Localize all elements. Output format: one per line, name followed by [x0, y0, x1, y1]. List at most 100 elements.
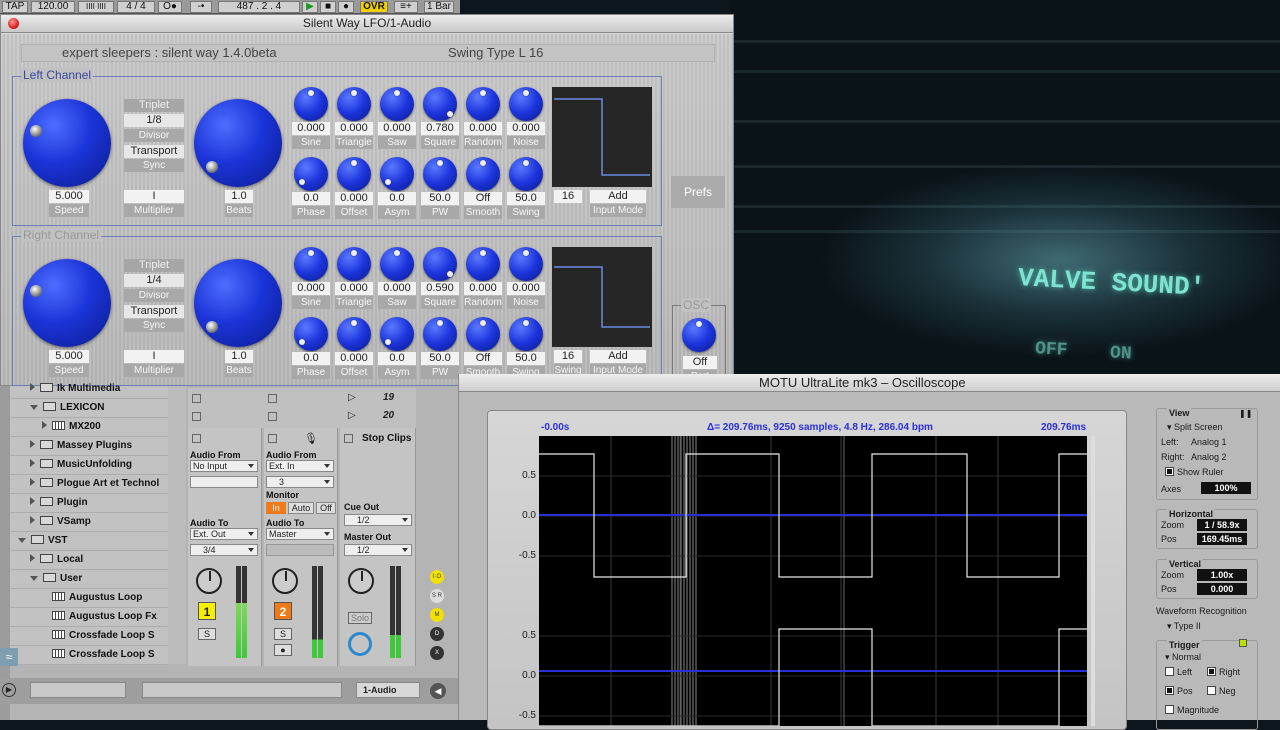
quantize-field[interactable]: 1 Bar: [424, 1, 454, 13]
square-value[interactable]: 0.590: [421, 282, 459, 295]
transport-button[interactable]: Transport: [124, 145, 184, 158]
selected-track-label[interactable]: 1-Audio: [356, 682, 420, 698]
browser-item[interactable]: MX200: [10, 418, 168, 437]
play-triangle-icon[interactable]: ▶: [2, 683, 16, 697]
speed-value[interactable]: 5.000: [49, 350, 89, 363]
cue-volume-knob[interactable]: [348, 632, 372, 656]
scene-20[interactable]: 20: [383, 410, 394, 421]
master-out-select[interactable]: 1/2: [344, 544, 412, 556]
scene-launch-icon[interactable]: ▷: [348, 410, 356, 421]
disclosure-closed-icon[interactable]: [30, 383, 35, 391]
saw-value[interactable]: 0.000: [378, 122, 416, 135]
browser-item[interactable]: VSamp: [10, 513, 168, 532]
draw-mode-button[interactable]: ≡+: [394, 1, 418, 13]
clip-stop-icon[interactable]: [268, 412, 277, 421]
phase-knob[interactable]: [294, 317, 328, 351]
track-activator-button[interactable]: 1: [198, 602, 216, 620]
swing-value[interactable]: 50.0: [507, 192, 545, 205]
disclosure-open-icon[interactable]: [18, 538, 26, 543]
random-knob[interactable]: [466, 247, 500, 281]
swing-knob[interactable]: [509, 317, 543, 351]
divisor-value[interactable]: 1/8: [124, 114, 184, 127]
disclosure-closed-icon[interactable]: [30, 554, 35, 562]
square-knob[interactable]: [423, 87, 457, 121]
pan-knob[interactable]: [272, 568, 298, 594]
right-source-value[interactable]: Analog 2: [1191, 452, 1227, 462]
prefs-button[interactable]: Prefs: [671, 176, 725, 208]
close-icon[interactable]: [8, 18, 19, 29]
swing-value[interactable]: 50.0: [507, 352, 545, 365]
pan-knob[interactable]: [348, 568, 374, 594]
axes-value[interactable]: 100%: [1201, 482, 1251, 494]
scope-scrollbar[interactable]: [1091, 436, 1095, 726]
smooth-value[interactable]: Off: [464, 192, 502, 205]
offset-value[interactable]: 0.000: [335, 192, 373, 205]
input-type-select[interactable]: Ext. In: [266, 460, 334, 472]
input-channel-select[interactable]: 3: [266, 476, 334, 488]
saw-knob[interactable]: [380, 87, 414, 121]
triangle-value[interactable]: 0.000: [335, 122, 373, 135]
triangle-knob[interactable]: [337, 247, 371, 281]
io-toggle-button[interactable]: I·O: [430, 570, 444, 584]
square-knob[interactable]: [423, 247, 457, 281]
speed-knob[interactable]: [23, 99, 111, 187]
io-toggle-button[interactable]: S R: [430, 589, 444, 603]
scene-launch-icon[interactable]: ▷: [348, 392, 356, 403]
output-type-select[interactable]: Ext. Out: [190, 528, 258, 540]
beats-value[interactable]: 1.0: [225, 190, 253, 203]
noise-knob[interactable]: [509, 247, 543, 281]
disclosure-closed-icon[interactable]: [30, 497, 35, 505]
stop-clips-button[interactable]: Stop Clips: [362, 433, 411, 444]
browser-item[interactable]: LEXICON: [10, 399, 168, 418]
solo-button[interactable]: S: [198, 628, 216, 640]
phase-knob[interactable]: [294, 157, 328, 191]
io-toggle-button[interactable]: X: [430, 646, 444, 660]
multiplier-value[interactable]: I: [124, 350, 184, 363]
output-channel-select[interactable]: 3/4: [190, 544, 258, 556]
metronome-button[interactable]: O●: [158, 1, 182, 13]
smooth-value[interactable]: Off: [464, 352, 502, 365]
pw-knob[interactable]: [423, 317, 457, 351]
transport-button[interactable]: Transport: [124, 305, 184, 318]
browser-item[interactable]: Crossfade Loop S: [10, 646, 168, 665]
v-zoom-value[interactable]: 1.00x: [1197, 569, 1247, 581]
noise-value[interactable]: 0.000: [507, 282, 545, 295]
waveform-icon[interactable]: ≈: [0, 648, 18, 666]
triangle-value[interactable]: 0.000: [335, 282, 373, 295]
speed-value[interactable]: 5.000: [49, 190, 89, 203]
play-button[interactable]: ▶: [302, 1, 318, 13]
trigger-mode-toggle[interactable]: ▾ Normal: [1165, 652, 1201, 663]
disclosure-closed-icon[interactable]: [30, 516, 35, 524]
track-activator-button[interactable]: 2: [274, 602, 292, 620]
triplet-button[interactable]: Triplet: [124, 259, 184, 272]
port-knob[interactable]: [682, 318, 716, 352]
browser-item[interactable]: Plugin: [10, 494, 168, 513]
arm-button[interactable]: ●: [274, 644, 292, 656]
scope-display[interactable]: [539, 436, 1087, 727]
disclosure-open-icon[interactable]: [30, 576, 38, 581]
offset-knob[interactable]: [337, 157, 371, 191]
sine-knob[interactable]: [294, 87, 328, 121]
nudge-button[interactable]: IIII IIII: [78, 1, 114, 13]
browser-item[interactable]: Local: [10, 551, 168, 570]
beats-knob[interactable]: [194, 99, 282, 187]
show-ruler-checkbox[interactable]: Show Ruler: [1165, 467, 1224, 477]
follow-button[interactable]: -•: [190, 1, 212, 13]
toggle-detail-icon[interactable]: ◀: [430, 683, 446, 699]
noise-knob[interactable]: [509, 87, 543, 121]
square-value[interactable]: 0.780: [421, 122, 459, 135]
pw-knob[interactable]: [423, 157, 457, 191]
browser-item[interactable]: Ik Multimedia: [10, 380, 168, 399]
trigger-neg-checkbox[interactable]: Neg: [1207, 686, 1236, 696]
input-channel-select[interactable]: [190, 476, 258, 488]
pause-icon[interactable]: ❚❚: [1239, 409, 1252, 418]
scene-19[interactable]: 19: [383, 392, 394, 403]
browser-item[interactable]: User: [10, 570, 168, 589]
browser-item[interactable]: Crossfade Loop S: [10, 627, 168, 646]
tempo-field[interactable]: 120.00: [31, 1, 75, 13]
trigger-left-checkbox[interactable]: Left: [1165, 667, 1192, 677]
output-channel-select[interactable]: [266, 544, 334, 556]
h-zoom-value[interactable]: 1 / 58.9x: [1197, 519, 1247, 531]
browser-scrollbar[interactable]: [0, 386, 10, 720]
saw-knob[interactable]: [380, 247, 414, 281]
